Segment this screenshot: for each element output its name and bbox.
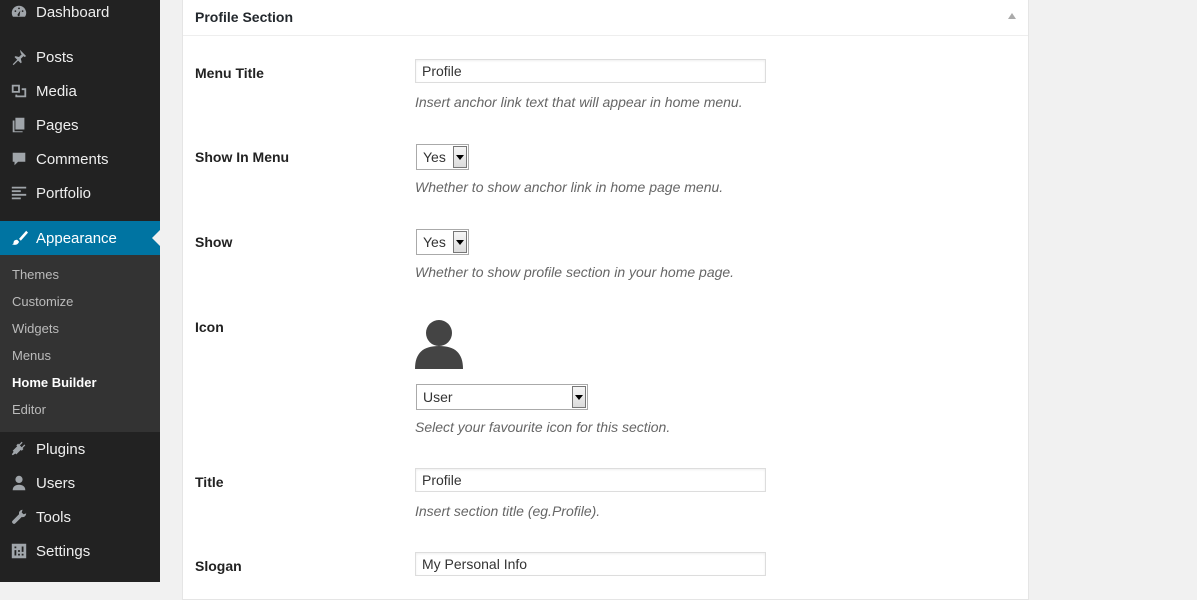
menu-label-plugins: Plugins (36, 440, 86, 458)
menu-label-media: Media (36, 82, 77, 100)
menu-label-portfolio: Portfolio (36, 184, 92, 202)
menu-label-tools: Tools (36, 508, 72, 526)
menu-item-pages[interactable]: Pages (0, 108, 160, 142)
panel-title: Profile Section (195, 9, 294, 25)
show-description: Whether to show profile section in your … (415, 264, 735, 280)
show-select[interactable]: Yes (416, 229, 469, 255)
user-icon (415, 320, 463, 369)
submenu-item-themes[interactable]: Themes (12, 265, 59, 285)
media-icon (9, 81, 29, 101)
settings-icon (9, 541, 29, 561)
submenu-item-customize[interactable]: Customize (12, 292, 73, 312)
submenu-item-editor[interactable]: Editor (12, 400, 46, 420)
appearance-submenu: Themes Customize Widgets Menus Home Buil… (0, 255, 160, 432)
show-label: Show (195, 234, 233, 250)
menu-item-media[interactable]: Media (0, 74, 160, 108)
menu-item-appearance[interactable]: Appearance (0, 221, 160, 255)
menu-item-plugins[interactable]: Plugins (0, 432, 160, 466)
menu-item-settings[interactable]: Settings (0, 534, 160, 568)
chevron-down-icon[interactable] (453, 231, 467, 253)
menu-label-posts: Posts (36, 48, 74, 66)
active-arrow (152, 230, 160, 246)
menu-label-appearance: Appearance (36, 229, 117, 247)
submenu-item-home-builder[interactable]: Home Builder (12, 373, 97, 393)
menu-label-pages: Pages (36, 116, 79, 134)
chevron-down-icon[interactable] (572, 386, 586, 408)
slogan-label: Slogan (195, 558, 242, 574)
users-icon (9, 473, 29, 493)
menu-title-description: Insert anchor link text that will appear… (415, 94, 743, 110)
slogan-input[interactable]: My Personal Info (415, 552, 766, 576)
icon-label: Icon (195, 319, 224, 335)
admin-sidebar: Dashboard Posts Media Pages Comments Por… (0, 0, 160, 582)
show-in-menu-value: Yes (423, 149, 446, 165)
show-value: Yes (423, 234, 446, 250)
menu-label-dashboard: Dashboard (36, 3, 110, 21)
icon-description: Select your favourite icon for this sect… (415, 419, 671, 435)
menu-item-posts[interactable]: Posts (0, 40, 160, 74)
plugins-icon (9, 439, 29, 459)
menu-label-users: Users (36, 474, 76, 492)
menu-item-tools[interactable]: Tools (0, 500, 160, 534)
menu-label-settings: Settings (36, 542, 91, 560)
title-input[interactable]: Profile (415, 468, 766, 492)
show-in-menu-label: Show In Menu (195, 149, 290, 165)
menu-item-comments[interactable]: Comments (0, 142, 160, 176)
pin-icon (9, 47, 29, 67)
menu-item-portfolio[interactable]: Portfolio (0, 176, 160, 210)
tools-icon (9, 507, 29, 527)
portfolio-icon (9, 183, 29, 203)
pages-icon (9, 115, 29, 135)
paintbrush-icon (9, 228, 29, 248)
title-label: Title (195, 474, 224, 490)
menu-label-comments: Comments (36, 150, 109, 168)
dashboard-icon (9, 2, 29, 22)
show-in-menu-description: Whether to show anchor link in home page… (415, 179, 724, 195)
menu-title-input[interactable]: Profile (415, 59, 766, 83)
show-in-menu-select[interactable]: Yes (416, 144, 469, 170)
collapse-arrow-icon[interactable] (1008, 13, 1016, 19)
menu-title-label: Menu Title (195, 65, 264, 81)
icon-select[interactable]: User (416, 384, 588, 410)
menu-item-users[interactable]: Users (0, 466, 160, 500)
chevron-down-icon[interactable] (453, 146, 467, 168)
profile-section-panel: Profile Section Menu Title Profile Inser… (182, 0, 1029, 600)
submenu-item-widgets[interactable]: Widgets (12, 319, 59, 339)
menu-item-dashboard[interactable]: Dashboard (0, 0, 160, 29)
icon-select-value: User (423, 389, 453, 405)
panel-header[interactable]: Profile Section (183, 0, 1028, 36)
comments-icon (9, 149, 29, 169)
submenu-item-menus[interactable]: Menus (12, 346, 51, 366)
title-description: Insert section title (eg.Profile). (415, 503, 601, 519)
